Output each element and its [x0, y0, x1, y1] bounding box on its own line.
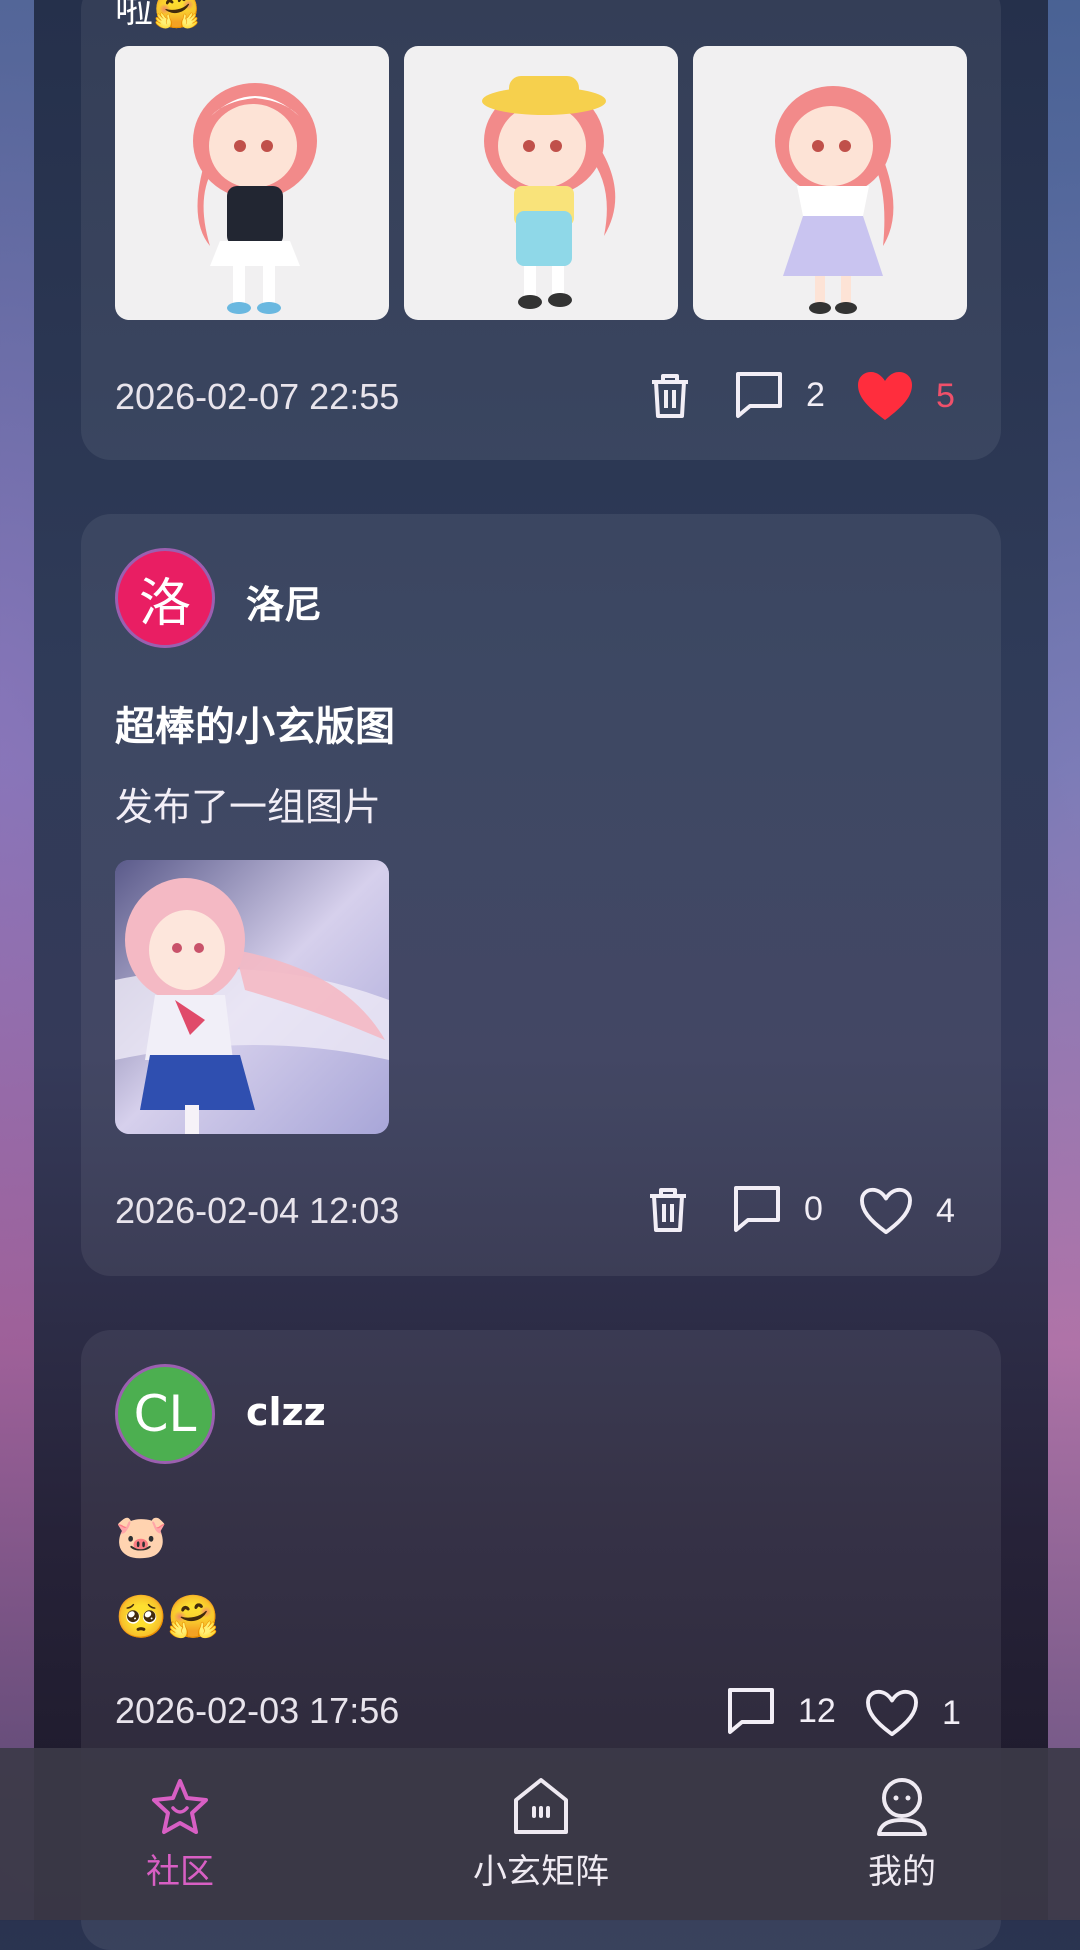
comment-icon	[734, 1186, 780, 1232]
post-text: 发布了一组图片	[115, 785, 382, 829]
post-title: 超棒的小玄版图	[115, 704, 395, 750]
post-image-thumbnail[interactable]	[115, 860, 389, 1134]
like-button[interactable]: 4	[858, 1186, 955, 1236]
post-timestamp: 2026-02-07 22:55	[115, 376, 400, 417]
comment-count: 2	[806, 375, 825, 414]
comment-button[interactable]: 12	[726, 1686, 836, 1736]
bot-chat-icon	[514, 1778, 568, 1834]
lavender-dress-figure	[775, 86, 894, 314]
trash-icon	[650, 1188, 686, 1232]
like-button[interactable]: 5	[856, 370, 955, 422]
avatar[interactable]: CL	[115, 1364, 215, 1464]
like-count: 5	[936, 376, 955, 415]
star-icon	[152, 1779, 208, 1834]
comment-count: 12	[798, 1691, 836, 1730]
sailor-uniform-illustration	[115, 860, 389, 1134]
tab-label: 小玄矩阵	[473, 1852, 609, 1892]
like-button[interactable]: 1	[864, 1688, 961, 1738]
delete-button[interactable]	[648, 372, 692, 420]
comment-button[interactable]: 0	[732, 1184, 823, 1234]
post-text: 🐷	[115, 1512, 168, 1561]
background-blur-right	[1048, 0, 1080, 1920]
avatar[interactable]: 洛	[115, 548, 215, 648]
post-image-thumbnail[interactable]	[404, 46, 678, 320]
post-author[interactable]: clzz	[246, 1390, 326, 1434]
tab-me[interactable]: 我的	[802, 1748, 1002, 1920]
heart-outline-icon	[866, 1689, 918, 1737]
like-count: 1	[942, 1693, 961, 1732]
comment-icon	[736, 372, 782, 418]
tab-label: 社区	[146, 1852, 214, 1892]
post-timestamp: 2026-02-03 17:56	[115, 1690, 400, 1731]
tab-community[interactable]: 社区	[80, 1748, 280, 1920]
post-text: 🥺🤗	[115, 1592, 220, 1641]
comment-icon	[728, 1688, 774, 1734]
post-text-partial: 啦🤗	[115, 0, 201, 31]
delete-button[interactable]	[646, 1186, 690, 1234]
tab-xiaoxuan-matrix[interactable]: 小玄矩阵	[441, 1748, 641, 1920]
avatar-initials: 洛	[138, 573, 191, 634]
background-blur-left	[0, 0, 34, 1920]
avatar-initials: CL	[133, 1385, 197, 1443]
comment-count: 0	[804, 1189, 823, 1228]
trash-icon	[652, 374, 688, 418]
post-image-thumbnail[interactable]	[693, 46, 967, 320]
post-timestamp: 2026-02-04 12:03	[115, 1190, 400, 1231]
tab-label: 我的	[868, 1852, 936, 1892]
heart-filled-icon	[858, 372, 912, 420]
post-image-thumbnail[interactable]	[115, 46, 389, 320]
overalls-sunhat-figure	[482, 76, 616, 309]
heart-outline-icon	[860, 1187, 912, 1235]
comment-button[interactable]: 2	[734, 370, 825, 420]
like-count: 4	[936, 1191, 955, 1230]
bottom-tab-bar: 社区 小玄矩阵 我的	[0, 1748, 1080, 1920]
user-icon	[877, 1778, 927, 1836]
maid-outfit-figure	[193, 83, 317, 314]
post-author[interactable]: 洛尼	[246, 574, 322, 629]
